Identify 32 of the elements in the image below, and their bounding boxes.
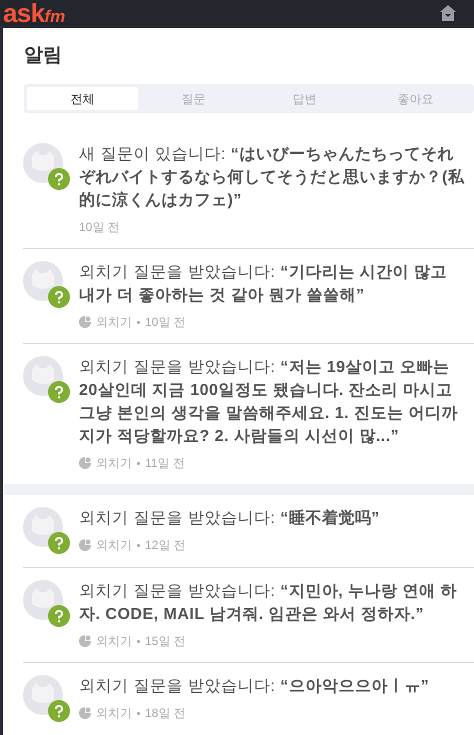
- author-name: 외치기: [96, 537, 132, 554]
- notification-text[interactable]: 외치기 질문을 받았습니다: “저는 19살이고 오빠는 20살인데 지금 100일정도 됐습니다. 잔소리 마시고 그냥 본인의 생각을 말씀해주세요. 1. 진도는 어디까지가 적당할까요? 2. 사람들의 시선이 많...”: [79, 356, 466, 448]
- notification-text[interactable]: 새 질문이 있습니다: “はいびーちゃんたちってそれぞれバイトするなら何してそうだと思いますか？(私的に涼くんはカフェ)”: [79, 143, 466, 212]
- question-badge-icon: [48, 532, 70, 554]
- time-ago: 10일 전: [145, 314, 186, 331]
- time-ago: 15일 전: [145, 633, 186, 650]
- page-title: 알림: [23, 44, 63, 68]
- question-badge-icon: [48, 605, 70, 627]
- question-badge-icon: [48, 700, 70, 722]
- notification-text[interactable]: 외치기 질문을 받았습니다: “睡不着觉吗”: [79, 507, 466, 530]
- question-badge-icon: [48, 168, 70, 190]
- time-ago: 11일 전: [145, 455, 185, 472]
- time-ago: 10일 전: [79, 219, 120, 236]
- notification-text[interactable]: 외치기 질문을 받았습니다: “지민아, 누나랑 연애 하자. CODE, MAIL 남겨줘. 임관은 와서 정하자.”: [79, 580, 466, 626]
- question-badge-icon: [48, 381, 70, 403]
- dot-separator: [137, 320, 140, 324]
- dot-separator: [137, 712, 140, 714]
- notification-text[interactable]: 외치기 질문을 받았습니다: “으아악으으아ㅣㅠ”: [79, 675, 466, 698]
- author-name: 외치기: [96, 314, 132, 331]
- dot-separator: [137, 640, 140, 642]
- home-icon[interactable]: [439, 4, 457, 22]
- author-name: 외치기: [96, 705, 132, 722]
- author-name: 외치기: [96, 455, 132, 472]
- question-badge-icon: [48, 286, 70, 308]
- logo[interactable]: askfm: [3, 0, 66, 26]
- time-ago: 18일 전: [145, 705, 186, 722]
- time-ago: 12일 전: [145, 537, 186, 554]
- author-name: 외치기: [96, 633, 132, 650]
- dot-separator: [137, 544, 140, 546]
- tab[interactable]: 전체: [27, 87, 138, 110]
- notification-text[interactable]: 외치기 질문을 받았습니다: “기다리는 시간이 많고 내가 더 좋아하는 것 같아 뭔가 쓸쓸해”: [79, 261, 466, 307]
- dot-separator: [137, 462, 140, 464]
